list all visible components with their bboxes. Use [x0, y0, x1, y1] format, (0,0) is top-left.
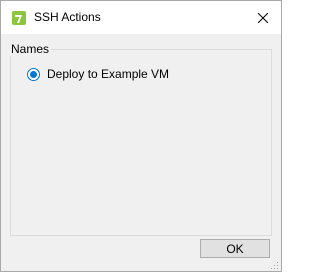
ssh-actions-dialog: SSH Actions Names Deploy to Example VM O… [0, 0, 282, 272]
names-group-label: Names [9, 42, 52, 56]
resize-grip-icon[interactable] [269, 259, 279, 269]
window-title: SSH Actions [34, 10, 101, 24]
radio-option-deploy[interactable]: Deploy to Example VM [27, 67, 169, 81]
close-icon [258, 13, 268, 23]
title-bar: SSH Actions [1, 1, 281, 34]
radio-selected-dot [30, 70, 37, 78]
app-logo-icon [12, 11, 26, 25]
close-button[interactable] [251, 7, 275, 29]
radio-button[interactable] [27, 67, 40, 81]
ok-button[interactable]: OK [200, 239, 270, 258]
radio-label[interactable]: Deploy to Example VM [47, 67, 169, 81]
